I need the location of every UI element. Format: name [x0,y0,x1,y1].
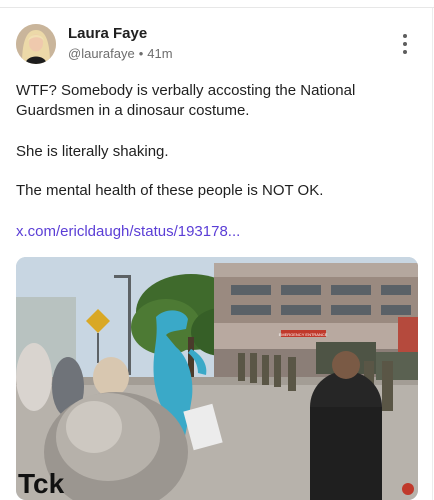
post-time[interactable]: 41m [147,46,172,61]
avatar[interactable] [16,24,56,64]
meta-separator: • [138,46,144,61]
post-meta: @laurafaye • 41m [68,46,173,61]
post-media-thumbnail[interactable]: EMERGENCY ENTRANCE Tck [16,257,418,500]
overlay-text: Tck [18,468,65,499]
post-link[interactable]: x.com/ericldaugh/status/193178... [16,222,240,242]
post-card: Laura Faye @laurafaye • 41m WTF? Somebody … [16,22,418,500]
top-divider [0,7,434,8]
post-text-paragraph: The mental health of these people is NOT… [16,182,324,199]
post-text-paragraph: She is literally shaking. [16,143,169,160]
author-name[interactable]: Laura Faye [68,25,147,42]
post-text-paragraph: WTF? Somebody is verbally accosting the … [16,82,356,119]
vertical-ellipsis-icon[interactable] [402,34,408,54]
hospital-sign: EMERGENCY ENTRANCE [279,332,328,337]
post-header: Laura Faye @laurafaye • 41m [16,22,418,68]
author-handle[interactable]: @laurafaye [68,46,135,61]
right-border [432,8,433,500]
